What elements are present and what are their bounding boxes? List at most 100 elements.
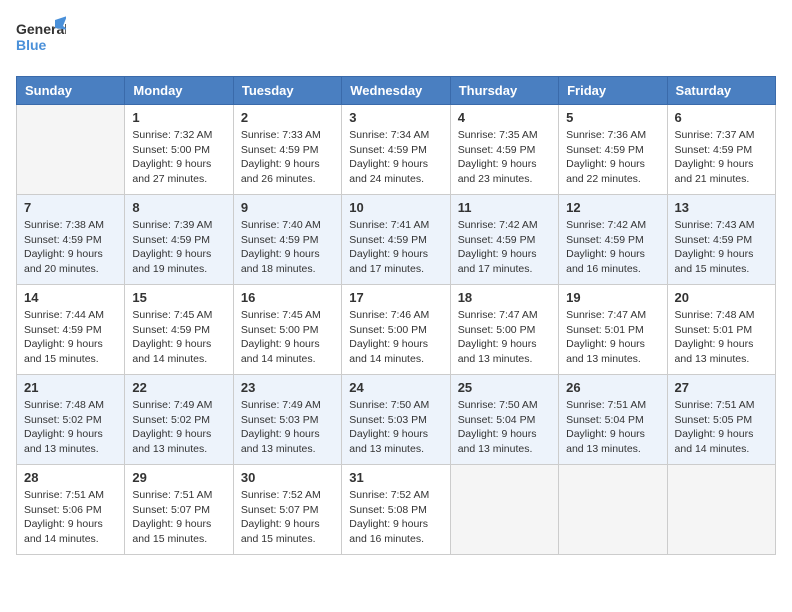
day-number: 20 bbox=[675, 290, 768, 305]
calendar-day-cell: 16 Sunrise: 7:45 AM Sunset: 5:00 PM Dayli… bbox=[233, 285, 341, 375]
day-info: Sunrise: 7:50 AM Sunset: 5:04 PM Dayligh… bbox=[458, 398, 551, 457]
day-number: 30 bbox=[241, 470, 334, 485]
day-info: Sunrise: 7:49 AM Sunset: 5:02 PM Dayligh… bbox=[132, 398, 225, 457]
day-info: Sunrise: 7:49 AM Sunset: 5:03 PM Dayligh… bbox=[241, 398, 334, 457]
calendar-day-cell: 5 Sunrise: 7:36 AM Sunset: 4:59 PM Daylig… bbox=[559, 105, 667, 195]
day-info: Sunrise: 7:35 AM Sunset: 4:59 PM Dayligh… bbox=[458, 128, 551, 187]
calendar-day-cell bbox=[667, 465, 775, 555]
day-info: Sunrise: 7:45 AM Sunset: 5:00 PM Dayligh… bbox=[241, 308, 334, 367]
day-number: 6 bbox=[675, 110, 768, 125]
day-number: 29 bbox=[132, 470, 225, 485]
calendar-day-cell: 30Sunrise: 7:52 AM Sunset: 5:07 PM Dayli… bbox=[233, 465, 341, 555]
calendar-day-cell: 23 Sunrise: 7:49 AM Sunset: 5:03 PM Dayli… bbox=[233, 375, 341, 465]
calendar-day-cell: 21 Sunrise: 7:48 AM Sunset: 5:02 PM Dayli… bbox=[17, 375, 125, 465]
calendar-day-cell: 12 Sunrise: 7:42 AM Sunset: 4:59 PM Dayli… bbox=[559, 195, 667, 285]
day-info: Sunrise: 7:51 AM Sunset: 5:07 PM Dayligh… bbox=[132, 488, 225, 547]
calendar-day-cell: 1Sunrise: 7:32 AM Sunset: 5:00 PM Daylig… bbox=[125, 105, 233, 195]
svg-text:Blue: Blue bbox=[16, 37, 47, 53]
day-number: 11 bbox=[458, 200, 551, 215]
logo: General Blue bbox=[16, 16, 66, 60]
day-number: 26 bbox=[566, 380, 659, 395]
day-info: Sunrise: 7:48 AM Sunset: 5:02 PM Dayligh… bbox=[24, 398, 117, 457]
day-info: Sunrise: 7:52 AM Sunset: 5:08 PM Dayligh… bbox=[349, 488, 442, 547]
day-number: 16 bbox=[241, 290, 334, 305]
day-number: 14 bbox=[24, 290, 117, 305]
day-number: 31 bbox=[349, 470, 442, 485]
calendar-day-cell bbox=[559, 465, 667, 555]
day-number: 13 bbox=[675, 200, 768, 215]
calendar-day-cell bbox=[17, 105, 125, 195]
day-number: 10 bbox=[349, 200, 442, 215]
calendar-day-cell: 3 Sunrise: 7:34 AM Sunset: 4:59 PM Daylig… bbox=[342, 105, 450, 195]
day-number: 28 bbox=[24, 470, 117, 485]
calendar-day-cell: 9 Sunrise: 7:40 AM Sunset: 4:59 PM Daylig… bbox=[233, 195, 341, 285]
day-number: 8 bbox=[132, 200, 225, 215]
day-number: 25 bbox=[458, 380, 551, 395]
calendar-table: SundayMondayTuesdayWednesdayThursdayFrid… bbox=[16, 76, 776, 555]
calendar-day-cell: 10Sunrise: 7:41 AM Sunset: 4:59 PM Dayli… bbox=[342, 195, 450, 285]
calendar-day-cell: 29 Sunrise: 7:51 AM Sunset: 5:07 PM Dayli… bbox=[125, 465, 233, 555]
calendar-week-row: 14 Sunrise: 7:44 AM Sunset: 4:59 PM Dayli… bbox=[17, 285, 776, 375]
day-number: 24 bbox=[349, 380, 442, 395]
calendar-day-cell: 31 Sunrise: 7:52 AM Sunset: 5:08 PM Dayli… bbox=[342, 465, 450, 555]
day-info: Sunrise: 7:47 AM Sunset: 5:01 PM Dayligh… bbox=[566, 308, 659, 367]
calendar-day-cell: 20 Sunrise: 7:48 AM Sunset: 5:01 PM Dayli… bbox=[667, 285, 775, 375]
day-number: 17 bbox=[349, 290, 442, 305]
calendar-day-header: Friday bbox=[559, 77, 667, 105]
calendar-week-row: 28Sunrise: 7:51 AM Sunset: 5:06 PM Dayli… bbox=[17, 465, 776, 555]
calendar-day-header: Tuesday bbox=[233, 77, 341, 105]
calendar-day-header: Monday bbox=[125, 77, 233, 105]
calendar-day-cell: 19 Sunrise: 7:47 AM Sunset: 5:01 PM Dayli… bbox=[559, 285, 667, 375]
day-info: Sunrise: 7:34 AM Sunset: 4:59 PM Dayligh… bbox=[349, 128, 442, 187]
calendar-day-cell: 14 Sunrise: 7:44 AM Sunset: 4:59 PM Dayli… bbox=[17, 285, 125, 375]
calendar-day-cell: 4 Sunrise: 7:35 AM Sunset: 4:59 PM Daylig… bbox=[450, 105, 558, 195]
day-number: 12 bbox=[566, 200, 659, 215]
calendar-day-header: Saturday bbox=[667, 77, 775, 105]
day-info: Sunrise: 7:42 AM Sunset: 4:59 PM Dayligh… bbox=[458, 218, 551, 277]
calendar-day-header: Sunday bbox=[17, 77, 125, 105]
day-info: Sunrise: 7:40 AM Sunset: 4:59 PM Dayligh… bbox=[241, 218, 334, 277]
day-number: 3 bbox=[349, 110, 442, 125]
day-info: Sunrise: 7:48 AM Sunset: 5:01 PM Dayligh… bbox=[675, 308, 768, 367]
calendar-day-cell: 26 Sunrise: 7:51 AM Sunset: 5:04 PM Dayli… bbox=[559, 375, 667, 465]
day-info: Sunrise: 7:43 AM Sunset: 4:59 PM Dayligh… bbox=[675, 218, 768, 277]
day-info: Sunrise: 7:37 AM Sunset: 4:59 PM Dayligh… bbox=[675, 128, 768, 187]
day-number: 21 bbox=[24, 380, 117, 395]
logo: General Blue bbox=[16, 16, 66, 60]
day-info: Sunrise: 7:39 AM Sunset: 4:59 PM Dayligh… bbox=[132, 218, 225, 277]
calendar-week-row: 1Sunrise: 7:32 AM Sunset: 5:00 PM Daylig… bbox=[17, 105, 776, 195]
calendar-day-cell: 7 Sunrise: 7:38 AM Sunset: 4:59 PM Daylig… bbox=[17, 195, 125, 285]
calendar-day-cell: 11 Sunrise: 7:42 AM Sunset: 4:59 PM Dayli… bbox=[450, 195, 558, 285]
calendar-week-row: 7 Sunrise: 7:38 AM Sunset: 4:59 PM Daylig… bbox=[17, 195, 776, 285]
page-header: General Blue bbox=[16, 16, 776, 60]
calendar-day-cell: 25 Sunrise: 7:50 AM Sunset: 5:04 PM Dayli… bbox=[450, 375, 558, 465]
day-info: Sunrise: 7:46 AM Sunset: 5:00 PM Dayligh… bbox=[349, 308, 442, 367]
day-info: Sunrise: 7:38 AM Sunset: 4:59 PM Dayligh… bbox=[24, 218, 117, 277]
calendar-day-cell: 15 Sunrise: 7:45 AM Sunset: 4:59 PM Dayli… bbox=[125, 285, 233, 375]
calendar-day-cell: 28Sunrise: 7:51 AM Sunset: 5:06 PM Dayli… bbox=[17, 465, 125, 555]
day-number: 7 bbox=[24, 200, 117, 215]
calendar-day-header: Wednesday bbox=[342, 77, 450, 105]
calendar-day-header: Thursday bbox=[450, 77, 558, 105]
calendar-day-cell: 24 Sunrise: 7:50 AM Sunset: 5:03 PM Dayli… bbox=[342, 375, 450, 465]
day-info: Sunrise: 7:42 AM Sunset: 4:59 PM Dayligh… bbox=[566, 218, 659, 277]
calendar-day-cell bbox=[450, 465, 558, 555]
logo-icon: General Blue bbox=[16, 16, 66, 60]
day-number: 22 bbox=[132, 380, 225, 395]
day-number: 5 bbox=[566, 110, 659, 125]
day-info: Sunrise: 7:36 AM Sunset: 4:59 PM Dayligh… bbox=[566, 128, 659, 187]
day-info: Sunrise: 7:44 AM Sunset: 4:59 PM Dayligh… bbox=[24, 308, 117, 367]
day-number: 27 bbox=[675, 380, 768, 395]
day-info: Sunrise: 7:51 AM Sunset: 5:04 PM Dayligh… bbox=[566, 398, 659, 457]
day-info: Sunrise: 7:45 AM Sunset: 4:59 PM Dayligh… bbox=[132, 308, 225, 367]
day-info: Sunrise: 7:51 AM Sunset: 5:05 PM Dayligh… bbox=[675, 398, 768, 457]
calendar-day-cell: 6 Sunrise: 7:37 AM Sunset: 4:59 PM Daylig… bbox=[667, 105, 775, 195]
calendar-header-row: SundayMondayTuesdayWednesdayThursdayFrid… bbox=[17, 77, 776, 105]
day-number: 4 bbox=[458, 110, 551, 125]
day-number: 9 bbox=[241, 200, 334, 215]
day-info: Sunrise: 7:50 AM Sunset: 5:03 PM Dayligh… bbox=[349, 398, 442, 457]
day-number: 15 bbox=[132, 290, 225, 305]
day-number: 23 bbox=[241, 380, 334, 395]
day-number: 19 bbox=[566, 290, 659, 305]
calendar-day-cell: 13 Sunrise: 7:43 AM Sunset: 4:59 PM Dayli… bbox=[667, 195, 775, 285]
